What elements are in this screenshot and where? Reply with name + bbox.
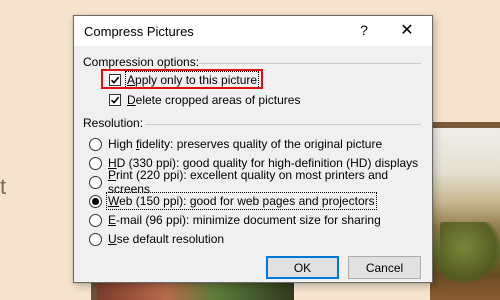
dialog-title: Compress Pictures xyxy=(84,24,194,39)
resolution-option-web-150[interactable]: Web (150 ppi): good for web pages and pr… xyxy=(89,192,377,210)
radio-button[interactable] xyxy=(89,137,102,151)
background-slide-text: t xyxy=(0,174,7,199)
compress-pictures-dialog: Compress Pictures ? ✕ Compression option… xyxy=(73,15,433,283)
background-picture-bottom xyxy=(91,283,294,300)
delete-cropped-areas-checkbox[interactable]: Delete cropped areas of pictures xyxy=(109,91,300,109)
compression-options-divider xyxy=(199,63,421,64)
option-label: Use default resolution xyxy=(108,232,225,246)
ok-button[interactable]: OK xyxy=(266,256,339,279)
resolution-option-default[interactable]: Use default resolution xyxy=(89,230,224,248)
compression-options-label: Compression options: xyxy=(83,55,200,69)
radio-button[interactable] xyxy=(89,213,102,227)
option-label: High fidelity: preserves quality of the … xyxy=(108,137,383,151)
option-label: Web (150 ppi): good for web pages and pr… xyxy=(106,192,377,210)
radio-button[interactable] xyxy=(89,156,102,170)
resolution-option-email-96[interactable]: E-mail (96 ppi): minimize document size … xyxy=(89,211,381,229)
option-label: E-mail (96 ppi): minimize document size … xyxy=(108,213,381,227)
background-picture-right xyxy=(428,122,500,300)
radio-button[interactable] xyxy=(89,232,102,246)
dialog-titlebar: Compress Pictures ? ✕ xyxy=(74,16,432,46)
check-icon xyxy=(110,96,120,104)
resolution-option-print-220[interactable]: Print (220 ppi): excellent quality on mo… xyxy=(89,168,432,196)
resolution-divider xyxy=(145,124,421,125)
cancel-button[interactable]: Cancel xyxy=(348,256,421,279)
radio-button-selected[interactable] xyxy=(89,194,102,208)
help-icon[interactable]: ? xyxy=(355,22,373,40)
radio-button[interactable] xyxy=(89,175,102,189)
delete-cropped-label: Delete cropped areas of pictures xyxy=(127,93,301,107)
close-icon[interactable]: ✕ xyxy=(395,20,419,42)
annotation-highlight-box xyxy=(101,69,263,89)
radio-dot-icon xyxy=(92,197,99,205)
resolution-option-high-fidelity[interactable]: High fidelity: preserves quality of the … xyxy=(89,135,382,153)
resolution-label: Resolution: xyxy=(83,116,144,130)
checkbox-box[interactable] xyxy=(109,94,121,106)
